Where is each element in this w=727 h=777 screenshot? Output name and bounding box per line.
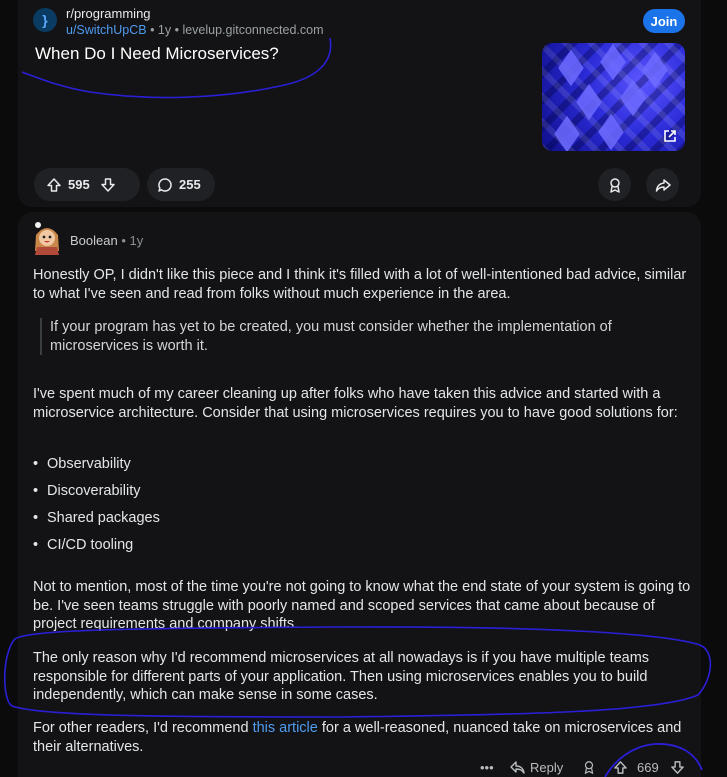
comment-author-line: Boolean • 1y <box>70 233 143 248</box>
thumbnail-cube <box>558 49 584 87</box>
award-icon <box>584 761 594 775</box>
external-link-icon[interactable] <box>661 127 679 145</box>
list-item-text: CI/CD tooling <box>47 537 134 553</box>
comment-icon <box>158 177 172 192</box>
thumbnail-cube <box>598 113 624 151</box>
join-button[interactable]: Join <box>643 9 685 33</box>
comment-upvote-button[interactable] <box>613 757 628 777</box>
reply-label: Reply <box>530 759 564 775</box>
list-item-text: Discoverability <box>47 483 141 499</box>
comment-score: 669 <box>637 759 659 775</box>
more-options-button[interactable]: ••• <box>480 757 494 777</box>
downvote-icon[interactable] <box>100 177 116 193</box>
share-icon <box>655 178 671 192</box>
comment-quote: If your program has yet to be created, y… <box>40 318 670 356</box>
list-item-text: Shared packages <box>47 510 160 526</box>
post-title[interactable]: When Do I Need Microservices? <box>35 44 279 64</box>
post-thumbnail[interactable] <box>542 43 685 151</box>
reply-button[interactable]: Reply <box>510 757 563 777</box>
post-author-link[interactable]: u/SwitchUpCB <box>66 23 147 37</box>
thumbnail-cube <box>600 43 626 81</box>
share-button[interactable] <box>646 168 679 201</box>
post-vote-control: 595 <box>34 168 140 201</box>
comment-paragraph-2: I've spent much of my career cleaning up… <box>33 386 678 421</box>
comment-paragraph-4: The only reason why I'd recommend micros… <box>33 650 650 704</box>
subreddit-icon[interactable]: } <box>33 8 57 32</box>
comment-author[interactable]: Boolean <box>70 233 118 248</box>
upvote-icon <box>614 760 627 774</box>
upvote-icon[interactable] <box>46 177 62 193</box>
post-meta-rest: • 1y • levelup.gitconnected.com <box>146 23 324 37</box>
post-upvote-count: 595 <box>68 177 90 192</box>
list-item: • Shared packages <box>33 510 160 526</box>
reply-icon <box>510 760 525 774</box>
comment-paragraph-1: Honestly OP, I didn't like this piece an… <box>33 267 687 302</box>
more-icon: ••• <box>480 759 494 775</box>
thumbnail-cube <box>576 83 602 121</box>
list-item: • Discoverability <box>33 483 141 499</box>
thumbnail-cube <box>620 79 646 117</box>
comment-count: 255 <box>179 177 201 192</box>
post-meta: u/SwitchUpCB • 1y • levelup.gitconnected… <box>66 23 324 37</box>
comment-paragraph-3: Not to mention, most of the time you're … <box>33 579 691 633</box>
award-button[interactable] <box>598 168 631 201</box>
thumbnail-cube <box>554 115 580 151</box>
comments-button[interactable]: 255 <box>147 168 215 201</box>
comment-age: • 1y <box>117 233 144 248</box>
list-item: • Observability <box>33 456 131 472</box>
comment-award-button[interactable] <box>582 757 596 777</box>
downvote-icon <box>671 760 684 774</box>
comment-paragraph-5: For other readers, I'd recommend this ar… <box>33 719 693 756</box>
article-link[interactable]: this article <box>253 720 318 736</box>
paragraph-text: For other readers, I'd recommend <box>33 720 253 736</box>
award-icon <box>609 177 620 193</box>
comment-downvote-button[interactable] <box>670 757 685 777</box>
list-item-text: Observability <box>47 456 131 472</box>
avatar[interactable] <box>32 221 62 255</box>
list-item: • CI/CD tooling <box>33 537 134 553</box>
subreddit-name[interactable]: r/programming <box>66 6 151 21</box>
thumbnail-cube <box>642 51 668 89</box>
